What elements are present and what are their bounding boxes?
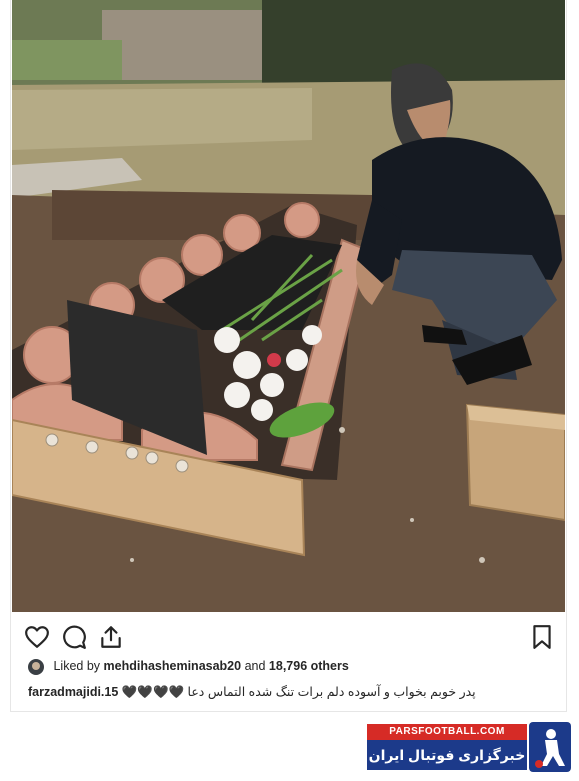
avatar[interactable] bbox=[28, 658, 44, 675]
likes-prefix: Liked by bbox=[53, 659, 101, 673]
post-action-bar bbox=[24, 620, 554, 654]
player-logo-icon bbox=[529, 722, 571, 772]
watermark-logo: PARSFOOTBALL.COM خبرگزاری فوتبال ایران bbox=[363, 718, 573, 776]
post-photo[interactable] bbox=[12, 0, 565, 612]
watermark-tagline: خبرگزاری فوتبال ایران bbox=[367, 740, 527, 770]
post-caption: farzadmajidi.15 پدر خوبم بخواب و آسوده د… bbox=[28, 682, 548, 702]
likes-joiner: and bbox=[244, 659, 266, 673]
share-icon[interactable] bbox=[98, 624, 124, 650]
likes-summary: Liked by mehdihasheminasab20 and 18,796 … bbox=[28, 656, 548, 676]
likes-count[interactable]: 18,796 others bbox=[269, 659, 349, 673]
caption-text: پدر خوبم بخواب و آسوده دلم برات تنگ شده … bbox=[121, 685, 476, 699]
watermark-site: PARSFOOTBALL.COM bbox=[367, 724, 527, 740]
heart-icon[interactable] bbox=[24, 624, 50, 650]
comment-icon[interactable] bbox=[61, 624, 87, 650]
bookmark-icon[interactable] bbox=[529, 624, 555, 650]
caption-username[interactable]: farzadmajidi.15 bbox=[28, 685, 118, 699]
liker-username[interactable]: mehdihasheminasab20 bbox=[104, 659, 242, 673]
